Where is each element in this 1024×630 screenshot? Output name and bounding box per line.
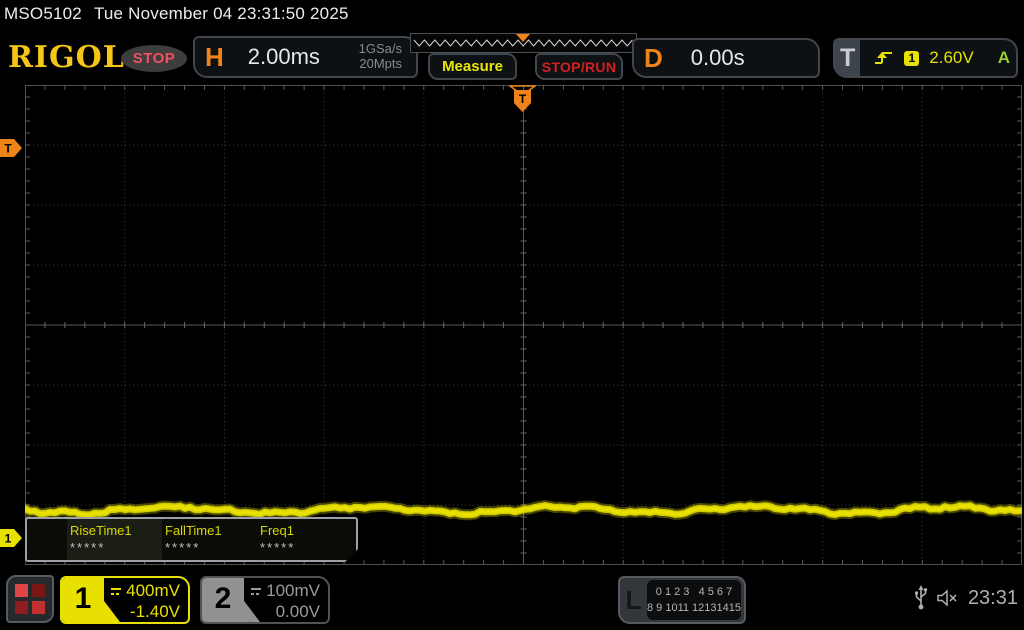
memory-depth: 20Mpts	[359, 56, 402, 71]
measure-button[interactable]: Measure	[428, 53, 517, 80]
rigol-logo: RIGOL	[8, 40, 125, 75]
acquisition-info: 1GSa/s 20Mpts	[359, 42, 416, 72]
channel1-ground-marker[interactable]: 1	[0, 529, 23, 547]
horizontal-panel[interactable]: H 2.00ms 1GSa/s 20Mpts	[193, 36, 418, 78]
horizontal-label: H	[195, 42, 234, 73]
usb-icon	[914, 585, 928, 611]
trigger-level-value: 2.60V	[929, 48, 973, 68]
menu-button[interactable]	[6, 575, 54, 623]
channel1-offset: -1.40V	[110, 602, 180, 622]
logic-analyzer-label: L	[620, 585, 647, 616]
channel1-number: 1	[62, 582, 104, 616]
trigger-position-marker[interactable]: T	[509, 85, 536, 113]
dc-coupling-icon	[250, 586, 261, 596]
beeper-muted-icon	[936, 588, 960, 608]
trigger-label: T	[835, 40, 860, 76]
clock: 23:31	[968, 587, 1018, 610]
measurement-label: FallTime1	[165, 523, 257, 538]
channel2-offset: 0.00V	[250, 602, 320, 622]
measurement-freq: Freq1 *****	[257, 519, 352, 560]
channel2-block[interactable]: 2 100mV 0.00V	[200, 576, 330, 624]
digital-row2: 8 9 1011 12131415	[647, 600, 741, 617]
trigger-panel[interactable]: T 1 2.60V A	[833, 38, 1018, 78]
measurement-label: Freq1	[260, 523, 352, 538]
measurement-risetime: RiseTime1 *****	[67, 519, 162, 560]
sample-rate: 1GSa/s	[359, 41, 402, 56]
measurement-value: *****	[70, 540, 162, 555]
measurement-value: *****	[260, 540, 352, 555]
measurement-results-panel: RiseTime1 ***** FallTime1 ***** Freq1 **…	[25, 517, 358, 562]
channel1-waveform	[25, 85, 1022, 565]
channel1-scale: 400mV	[126, 581, 180, 601]
measurement-label: RiseTime1	[70, 523, 162, 538]
titlebar: MSO5102 Tue November 04 23:31:50 2025	[4, 4, 349, 24]
dc-coupling-icon	[110, 586, 121, 596]
channel2-number: 2	[202, 582, 244, 616]
trigger-source-badge: 1	[904, 51, 919, 66]
svg-text:T: T	[519, 92, 527, 106]
svg-text:T: T	[4, 142, 12, 156]
datetime: Tue November 04 23:31:50 2025	[94, 4, 349, 23]
digital-row1: 0 1 2 3 4 5 6 7	[656, 584, 732, 601]
logic-analyzer-block[interactable]: L 0 1 2 3 4 5 6 7 8 9 1011 12131415	[618, 576, 746, 624]
svg-text:1: 1	[5, 532, 12, 546]
run-state-badge: STOP	[121, 45, 187, 72]
trigger-mode: A	[998, 48, 1010, 68]
preview-trigger-position-icon[interactable]	[516, 34, 530, 42]
oscilloscope-screen: MSO5102 Tue November 04 23:31:50 2025 RIG…	[0, 0, 1024, 630]
channel1-block[interactable]: 1 400mV -1.40V	[60, 576, 190, 624]
measurement-value: *****	[165, 540, 257, 555]
stop-run-button[interactable]: STOP/RUN	[535, 53, 623, 80]
delay-panel[interactable]: D 0.00s	[632, 38, 820, 78]
model-name: MSO5102	[4, 4, 82, 23]
menu-grid-icon	[15, 584, 45, 614]
delay-value: 0.00s	[673, 45, 745, 71]
digital-channels: 0 1 2 3 4 5 6 7 8 9 1011 12131415	[647, 580, 741, 620]
timebase-value: 2.00ms	[234, 44, 320, 70]
rising-edge-icon	[874, 49, 894, 67]
channel2-scale: 100mV	[266, 581, 320, 601]
graticule	[25, 85, 1022, 565]
trigger-level-marker[interactable]: T	[0, 139, 23, 157]
measurement-falltime: FallTime1 *****	[162, 519, 257, 560]
delay-label: D	[634, 43, 673, 74]
